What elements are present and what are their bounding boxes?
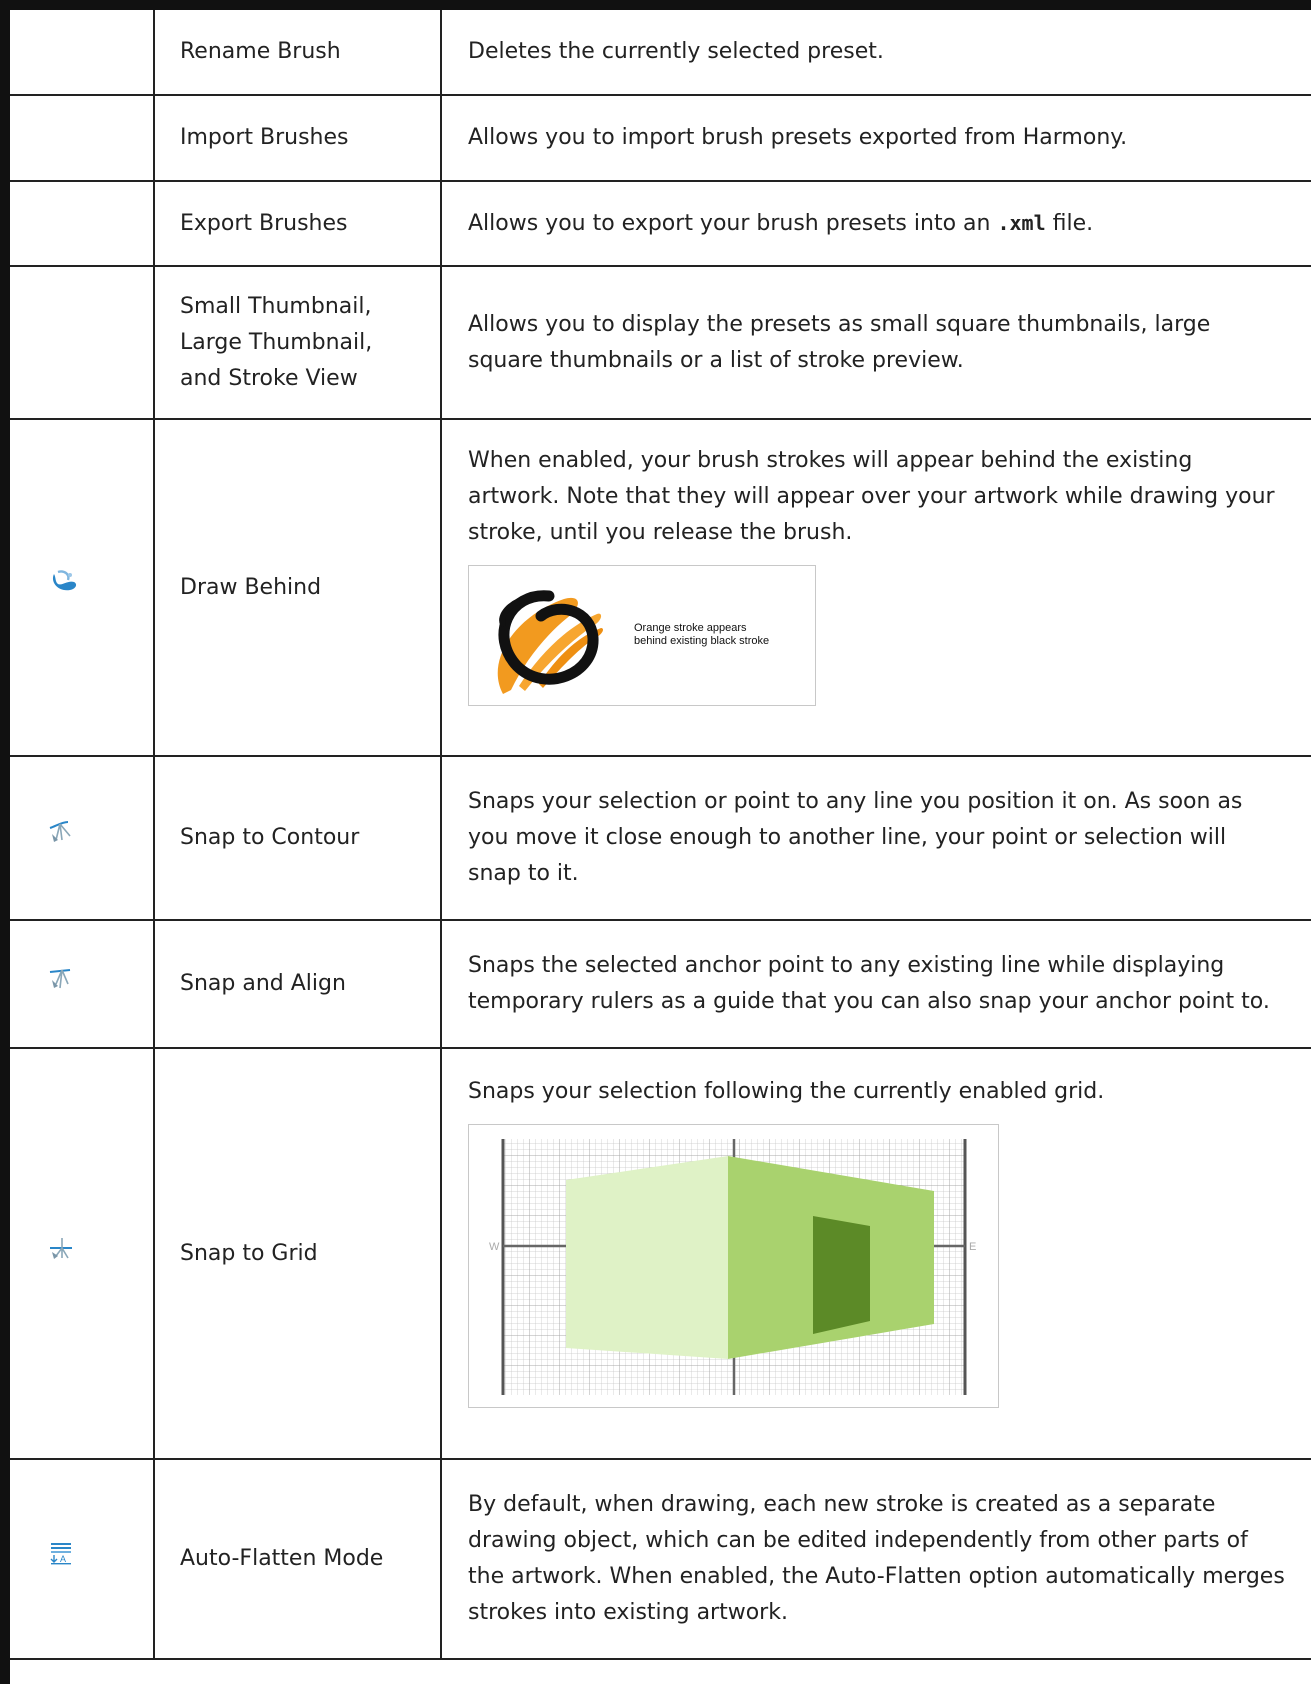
option-name: Small Thumbnail, Large Thumbnail, and St… xyxy=(153,265,442,420)
option-description: Allows you to export your brush presets … xyxy=(440,180,1311,267)
option-name: Snap to Contour xyxy=(153,755,442,921)
table-row: Snap and Align Snaps the selected anchor… xyxy=(10,919,1311,1049)
option-name: Auto-Flatten Mode xyxy=(153,1458,442,1660)
icon-cell xyxy=(10,1047,155,1460)
table-row: Snap to Contour Snaps your selection or … xyxy=(10,755,1311,921)
option-name: Snap and Align xyxy=(153,919,442,1049)
table-row: Draw Behind When enabled, your brush str… xyxy=(10,418,1311,757)
tool-options-table: Rename Brush Deletes the currently selec… xyxy=(10,10,1311,1660)
description-text: When enabled, your brush strokes will ap… xyxy=(468,448,1275,545)
option-description: When enabled, your brush strokes will ap… xyxy=(440,418,1311,757)
file-extension: .xml xyxy=(997,211,1046,235)
icon-cell: A xyxy=(10,1458,155,1660)
grid-label-right: E xyxy=(969,1241,976,1253)
icon-cell xyxy=(10,919,155,1049)
option-name: Rename Brush xyxy=(153,10,442,96)
icon-cell xyxy=(10,10,155,96)
snap-and-align-icon xyxy=(48,966,74,1002)
icon-cell xyxy=(10,755,155,921)
option-description: Deletes the currently selected preset. xyxy=(440,10,1311,96)
svg-text:A: A xyxy=(60,1554,66,1564)
option-name: Import Brushes xyxy=(153,94,442,182)
option-description: By default, when drawing, each new strok… xyxy=(440,1458,1311,1660)
table-row: Rename Brush Deletes the currently selec… xyxy=(10,10,1311,96)
icon-cell xyxy=(10,418,155,757)
option-description: Allows you to import brush presets expor… xyxy=(440,94,1311,182)
table-row: Small Thumbnail, Large Thumbnail, and St… xyxy=(10,265,1311,420)
table-row: Import Brushes Allows you to import brus… xyxy=(10,94,1311,182)
auto-flatten-icon: A xyxy=(48,1541,74,1577)
table-row: Export Brushes Allows you to export your… xyxy=(10,180,1311,267)
table-row: A Auto-Flatten Mode By default, when dra… xyxy=(10,1458,1311,1660)
snap-to-grid-example-image: W E xyxy=(468,1123,999,1408)
icon-cell xyxy=(10,94,155,182)
icon-cell xyxy=(10,265,155,420)
option-description: Snaps your selection or point to any lin… xyxy=(440,755,1311,921)
option-description: Snaps your selection following the curre… xyxy=(440,1047,1311,1460)
figure-caption-line: Orange stroke appears xyxy=(634,622,747,634)
draw-behind-example-image: Orange stroke appears behind existing bl… xyxy=(468,565,816,706)
option-name: Draw Behind xyxy=(153,418,442,757)
figure-caption-line: behind existing black stroke xyxy=(634,635,770,647)
description-text: Allows you to export your brush presets … xyxy=(468,211,998,236)
snap-to-contour-icon xyxy=(48,820,74,856)
table-row: Snap to Grid Snaps your selection follow… xyxy=(10,1047,1311,1460)
option-description: Snaps the selected anchor point to any e… xyxy=(440,919,1311,1049)
grid-label-left: W xyxy=(489,1241,500,1253)
description-text: file. xyxy=(1045,211,1094,236)
option-name: Snap to Grid xyxy=(153,1047,442,1460)
option-name: Export Brushes xyxy=(153,180,442,267)
icon-cell xyxy=(10,180,155,267)
figure-caption: Orange stroke appears behind existing bl… xyxy=(634,622,769,648)
snap-to-grid-icon xyxy=(48,1236,74,1272)
draw-behind-icon xyxy=(48,568,80,608)
description-text: Snaps your selection following the curre… xyxy=(468,1078,1105,1104)
option-description: Allows you to display the presets as sma… xyxy=(440,265,1311,420)
